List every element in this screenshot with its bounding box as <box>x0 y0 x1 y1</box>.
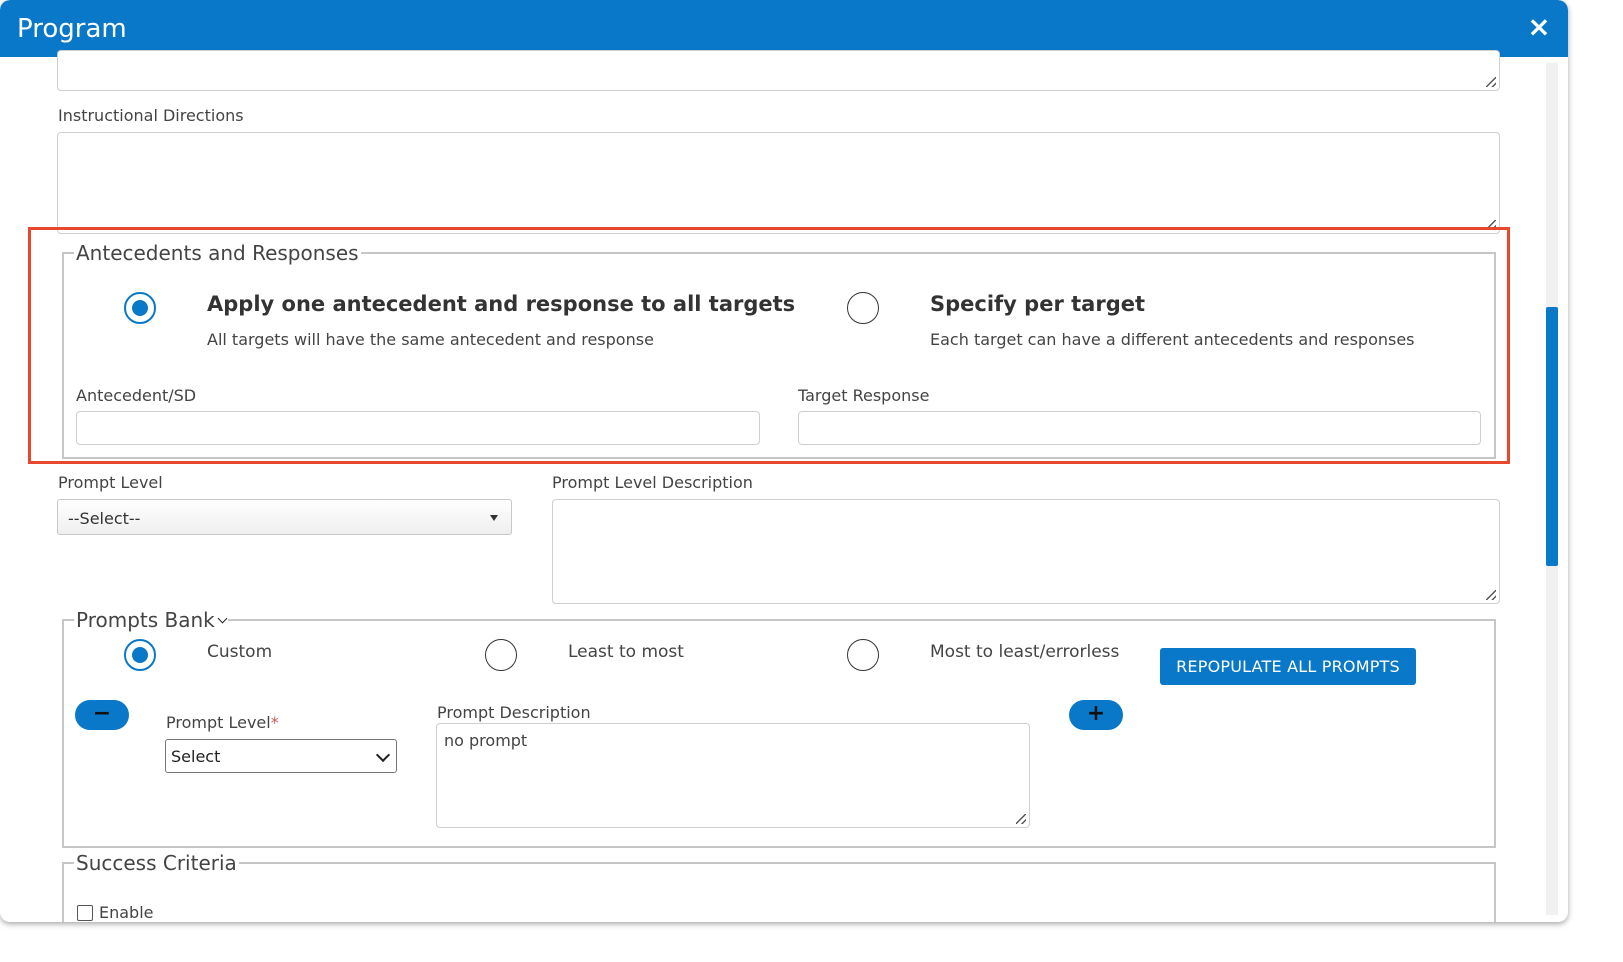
instructional-directions-textarea[interactable] <box>57 132 1500 234</box>
scrollbar-thumb[interactable] <box>1546 307 1558 566</box>
success-criteria-fieldset <box>62 862 1496 922</box>
modal-title: Program <box>17 14 127 44</box>
antecedent-sd-label: Antecedent/SD <box>76 386 197 405</box>
previous-textarea[interactable] <box>57 50 1500 91</box>
chevron-down-icon <box>375 747 391 763</box>
radio-custom[interactable] <box>124 639 156 671</box>
apply-all-title: Apply one antecedent and response to all… <box>207 292 796 316</box>
target-response-label: Target Response <box>798 386 930 405</box>
prompts-bank-legend-text: Prompts Bank <box>76 608 215 632</box>
prompt-level-description-textarea[interactable] <box>552 499 1500 604</box>
modal-header: Program × <box>0 0 1568 57</box>
custom-label: Custom <box>207 642 273 662</box>
radio-apply-all[interactable] <box>124 292 156 324</box>
radio-specify-per-target[interactable] <box>847 292 879 324</box>
enable-checkbox[interactable] <box>77 905 93 921</box>
chevron-down-icon <box>217 613 228 624</box>
enable-label: Enable <box>99 903 154 922</box>
bank-prompt-level-label-text: Prompt Level <box>166 713 271 732</box>
repopulate-all-prompts-button[interactable]: REPOPULATE ALL PROMPTS <box>1160 648 1416 685</box>
prompt-level-select[interactable]: --Select-- <box>57 499 512 535</box>
prompt-level-description-label: Prompt Level Description <box>552 473 753 492</box>
apply-all-description: All targets will have the same anteceden… <box>207 330 654 349</box>
prompt-description-textarea[interactable]: no prompt <box>436 723 1030 828</box>
radio-least-to-most[interactable] <box>485 639 517 671</box>
specify-per-target-title: Specify per target <box>930 292 1146 316</box>
close-icon[interactable]: × <box>1524 12 1554 42</box>
minus-icon: − <box>92 701 112 726</box>
resize-grip-icon[interactable] <box>1016 814 1026 824</box>
instructional-directions-label: Instructional Directions <box>58 106 244 125</box>
prompt-description-label: Prompt Description <box>437 703 591 722</box>
least-to-most-label: Least to most <box>568 642 684 662</box>
antecedent-sd-input[interactable] <box>76 411 760 445</box>
prompts-bank-legend[interactable]: Prompts Bank <box>74 608 228 632</box>
remove-prompt-button[interactable]: − <box>75 700 129 730</box>
success-criteria-legend: Success Criteria <box>74 851 239 875</box>
specify-per-target-description: Each target can have a different anteced… <box>930 330 1415 349</box>
required-marker: * <box>270 713 279 732</box>
antecedents-legend: Antecedents and Responses <box>74 241 361 265</box>
bank-prompt-level-label: Prompt Level* <box>166 713 279 732</box>
target-response-input[interactable] <box>798 411 1481 445</box>
most-to-least-label: Most to least/errorless <box>930 642 1120 662</box>
resize-grip-icon[interactable] <box>1486 77 1496 87</box>
resize-grip-icon[interactable] <box>1486 220 1496 230</box>
plus-icon: + <box>1086 701 1106 726</box>
prompt-level-label: Prompt Level <box>58 473 163 492</box>
caret-down-icon <box>490 515 498 521</box>
add-prompt-button[interactable]: + <box>1069 700 1123 730</box>
bank-prompt-level-select[interactable]: Select <box>165 739 397 773</box>
radio-most-to-least[interactable] <box>847 639 879 671</box>
resize-grip-icon[interactable] <box>1486 590 1496 600</box>
program-modal: Program × Instructional Directions Antec… <box>0 0 1568 922</box>
